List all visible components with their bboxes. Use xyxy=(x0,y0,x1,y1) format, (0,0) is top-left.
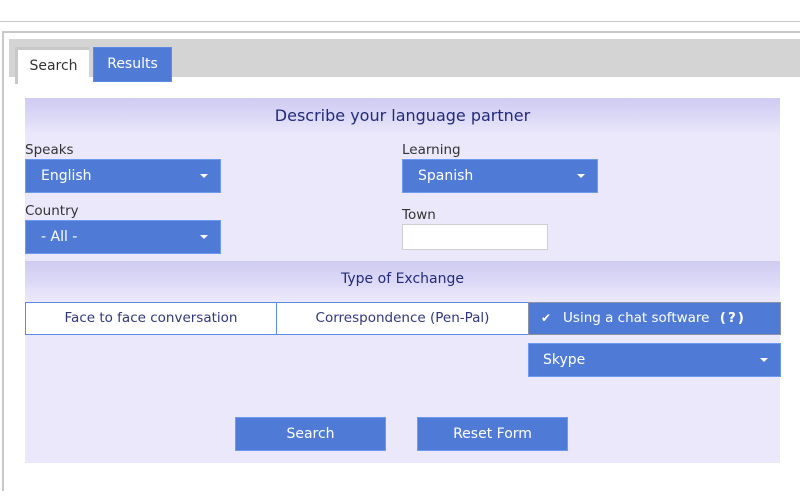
exchange-option-chat-software[interactable]: ✔ Using a chat software (?) xyxy=(528,302,781,335)
check-icon: ✔ xyxy=(541,311,552,325)
exchange-type-title: Type of Exchange xyxy=(25,261,780,299)
chat-software-select[interactable]: Skype xyxy=(528,343,781,377)
chat-software-value: Skype xyxy=(543,352,586,368)
search-button[interactable]: Search xyxy=(235,417,386,451)
tab-strip: Search Results xyxy=(9,39,800,84)
country-select[interactable]: - All - xyxy=(25,220,221,254)
country-value: - All - xyxy=(41,229,78,245)
learning-label: Learning xyxy=(402,142,461,158)
exchange-option-correspondence[interactable]: Correspondence (Pen-Pal) xyxy=(276,302,529,335)
chevron-down-icon xyxy=(200,235,208,239)
chevron-down-icon xyxy=(577,174,585,178)
exchange-type-options: Face to face conversation Correspondence… xyxy=(25,302,781,335)
speaks-value: English xyxy=(41,168,92,184)
help-icon[interactable]: (?) xyxy=(720,310,746,326)
speaks-label: Speaks xyxy=(25,142,74,158)
chevron-down-icon xyxy=(200,174,208,178)
country-label: Country xyxy=(25,203,79,219)
exchange-option-face-to-face[interactable]: Face to face conversation xyxy=(25,302,277,335)
reset-form-button[interactable]: Reset Form xyxy=(417,417,568,451)
form-title: Describe your language partner xyxy=(25,98,780,134)
learning-select[interactable]: Spanish xyxy=(402,159,598,193)
town-input[interactable] xyxy=(402,224,548,250)
learning-value: Spanish xyxy=(418,168,474,184)
search-form-panel: Describe your language partner Speaks En… xyxy=(25,98,781,463)
tab-results[interactable]: Results xyxy=(93,47,172,82)
chat-software-label: Using a chat software xyxy=(563,310,710,326)
top-divider xyxy=(0,21,800,22)
tab-search[interactable]: Search xyxy=(15,47,89,84)
speaks-select[interactable]: English xyxy=(25,159,221,193)
chevron-down-icon xyxy=(760,358,768,362)
town-label: Town xyxy=(402,207,436,223)
